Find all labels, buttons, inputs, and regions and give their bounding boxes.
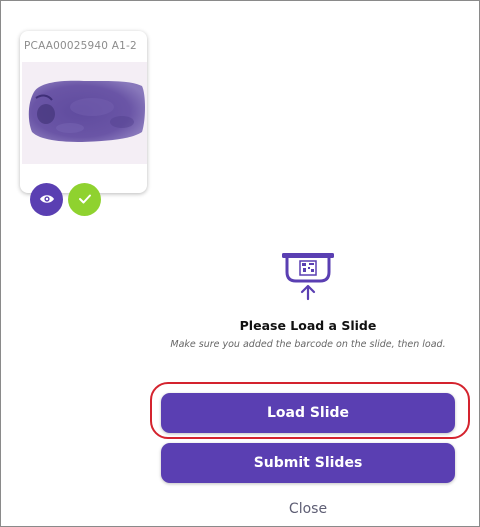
slide-status-check-button[interactable] — [68, 183, 101, 216]
view-slide-button[interactable] — [30, 183, 63, 216]
check-icon — [78, 190, 92, 209]
slide-thumbnail — [22, 62, 147, 164]
load-prompt-subtitle: Make sure you added the barcode on the s… — [170, 339, 446, 350]
close-link[interactable]: Close — [268, 501, 348, 517]
slide-id-label: PCAA00025940 A1-2 — [24, 40, 137, 52]
load-slide-button[interactable]: Load Slide — [161, 393, 455, 433]
eye-icon — [39, 190, 55, 209]
load-prompt-title: Please Load a Slide — [239, 318, 377, 333]
submit-slides-button[interactable]: Submit Slides — [161, 443, 455, 483]
slide-card[interactable]: PCAA00025940 A1-2 — [20, 31, 147, 216]
barcode-scanner-icon — [280, 251, 336, 303]
